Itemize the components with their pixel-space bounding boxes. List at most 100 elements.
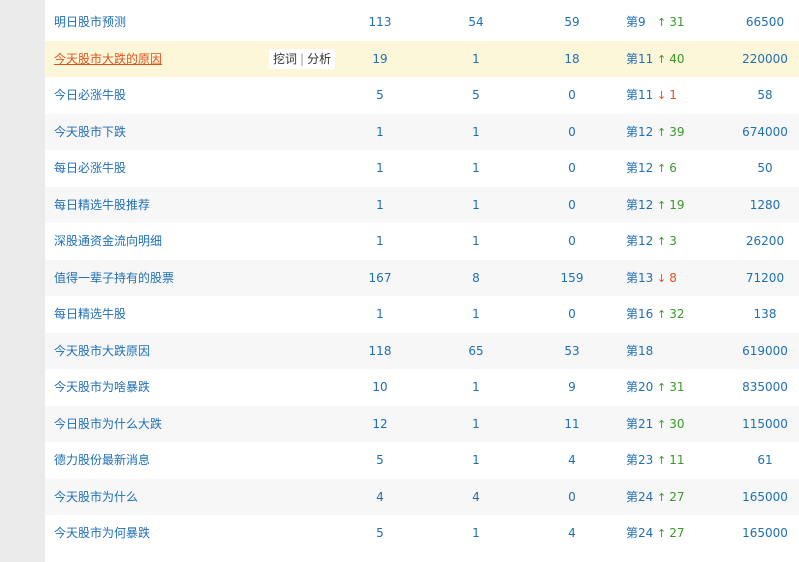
count-cell-2: 1 — [472, 234, 480, 248]
arrow-up-icon: ↑ — [657, 417, 667, 431]
count-cell-1: 5 — [376, 526, 384, 540]
index-cell: 58 — [757, 88, 773, 102]
rank-change: ↑ 3 — [657, 223, 677, 260]
keyword-link[interactable]: 今天股市下跌 — [54, 114, 126, 151]
count-cell-1: 1 — [376, 307, 384, 321]
keyword-link[interactable]: 德力股份最新消息 — [54, 442, 150, 479]
table-row[interactable]: 深股通资金流向明细 1 1 0 第12 ↑ 3 26200 — [45, 223, 799, 260]
count-cell-2: 1 — [472, 124, 480, 139]
rank-cell: 第24 — [626, 526, 654, 540]
keyword-link[interactable]: 明日股市预测 — [54, 4, 126, 41]
rank-cell: 第12 — [626, 197, 654, 212]
arrow-up-icon: ↑ — [657, 454, 667, 467]
count-cell-1: 5 — [376, 88, 384, 102]
count-cell-1: 10 — [372, 380, 388, 394]
count-cell-2: 1 — [472, 161, 480, 175]
rank-change: ↑ 6 — [657, 150, 677, 187]
rank-change: ↑ 31 — [657, 4, 685, 41]
count-cell-1: 118 — [368, 343, 392, 358]
count-cell-3: 159 — [560, 270, 584, 285]
rank-cell: 第24 — [626, 489, 654, 504]
count-cell-1: 1 — [376, 234, 384, 248]
count-cell-2: 1 — [472, 416, 480, 431]
arrow-down-icon: ↓ — [657, 89, 667, 102]
rank-change: ↑ 31 — [657, 369, 685, 406]
table-row[interactable]: 今天股市大跌原因 118 65 53 第18 619000 — [45, 332, 799, 370]
keyword-link[interactable]: 今天股市大跌的原因 — [54, 41, 162, 78]
keyword-link[interactable]: 今日股市为什么大跌 — [54, 406, 162, 443]
rank-change-value: 31 — [669, 380, 685, 394]
rank-change: ↑ 40 — [657, 41, 685, 78]
count-cell-3: 53 — [564, 343, 580, 358]
keyword-link[interactable]: 今天股市为什么 — [54, 479, 138, 516]
rank-change-value: 32 — [669, 307, 685, 321]
count-cell-3: 0 — [568, 197, 576, 212]
index-cell: 220000 — [742, 51, 788, 66]
table-row[interactable]: 每日精选牛股推荐 1 1 0 第12 ↑ 19 1280 — [45, 186, 799, 224]
rank-cell: 第12 — [626, 124, 654, 139]
table-row[interactable]: 今日必涨牛股 5 5 0 第11 ↓ 1 58 — [45, 77, 799, 114]
count-cell-1: 19 — [372, 51, 388, 66]
table-row[interactable]: 今天股市下跌 1 1 0 第12 ↑ 39 674000 — [45, 113, 799, 151]
keyword-link[interactable]: 值得一辈子持有的股票 — [54, 260, 174, 297]
table-row[interactable]: 每日精选牛股 1 1 0 第16 ↑ 32 138 — [45, 296, 799, 333]
table-row[interactable]: 今天股市大跌的原因 挖词 | 分析 19 1 18 第11 ↑ 40 220000 — [45, 40, 799, 78]
rank-cell: 第21 — [626, 416, 654, 431]
rank-change-value: 11 — [669, 453, 685, 467]
rank-change — [657, 333, 660, 370]
tools-separator: | — [300, 51, 305, 66]
rank-change: ↑ 30 — [657, 406, 685, 443]
count-cell-2: 65 — [468, 343, 484, 358]
count-cell-3: 4 — [568, 453, 576, 467]
count-cell-2: 8 — [472, 270, 480, 285]
count-cell-2: 4 — [472, 489, 480, 504]
index-cell: 1280 — [749, 197, 781, 212]
table-row[interactable]: 今日股市为什么大跌 12 1 11 第21 ↑ 30 115000 — [45, 405, 799, 443]
rank-change: ↓ 8 — [657, 260, 677, 297]
index-cell: 165000 — [742, 526, 788, 540]
dig-words-link[interactable]: 挖词 — [273, 52, 297, 66]
count-cell-3: 11 — [564, 416, 580, 431]
rank-change-value: 30 — [669, 416, 685, 431]
index-cell: 115000 — [742, 416, 788, 431]
keyword-link[interactable]: 今天股市为啥暴跌 — [54, 369, 150, 406]
table-row[interactable]: 每日必涨牛股 1 1 0 第12 ↑ 6 50 — [45, 150, 799, 187]
count-cell-2: 1 — [472, 307, 480, 321]
keyword-link[interactable]: 今天股市大跌原因 — [54, 333, 150, 370]
count-cell-3: 0 — [568, 161, 576, 175]
table-row[interactable]: 今天股市为啥暴跌 10 1 9 第20 ↑ 31 835000 — [45, 369, 799, 406]
arrow-up-icon: ↑ — [657, 52, 667, 66]
keyword-link[interactable]: 今日必涨牛股 — [54, 77, 126, 114]
table-row[interactable]: 今天股市为什么 4 4 0 第24 ↑ 27 165000 — [45, 478, 799, 516]
count-cell-3: 0 — [568, 124, 576, 139]
rank-change: ↑ 11 — [657, 442, 685, 479]
row-tools: 挖词 | 分析 — [269, 48, 336, 69]
table-row[interactable]: 明日股市预测 113 54 59 第9 ↑ 31 66500 — [45, 4, 799, 41]
arrow-up-icon: ↑ — [657, 235, 667, 248]
rank-change-value: 1 — [669, 88, 677, 102]
keyword-link[interactable]: 今天股市为何暴跌 — [54, 515, 150, 552]
table-row[interactable]: 值得一辈子持有的股票 167 8 159 第13 ↓ 8 71200 — [45, 259, 799, 297]
count-cell-2: 1 — [472, 526, 480, 540]
analyze-link[interactable]: 分析 — [307, 52, 331, 66]
keyword-link[interactable]: 每日精选牛股推荐 — [54, 187, 150, 224]
count-cell-2: 1 — [472, 380, 480, 394]
arrow-up-icon: ↑ — [657, 490, 667, 504]
rank-change-value: 19 — [669, 197, 685, 212]
table-row[interactable]: 今天股市为何暴跌 5 1 4 第24 ↑ 27 165000 — [45, 515, 799, 552]
keyword-link[interactable]: 每日必涨牛股 — [54, 150, 126, 187]
count-cell-2: 5 — [472, 88, 480, 102]
keyword-link[interactable]: 深股通资金流向明细 — [54, 223, 162, 260]
keyword-table: 明日股市预测 113 54 59 第9 ↑ 31 66500 今天股市大跌的原因 挖词 | 分析 19 1… — [45, 4, 799, 552]
table-row[interactable]: 德力股份最新消息 5 1 4 第23 ↑ 11 61 — [45, 442, 799, 479]
count-cell-3: 0 — [568, 234, 576, 248]
count-cell-1: 1 — [376, 197, 384, 212]
arrow-up-icon: ↑ — [657, 162, 667, 175]
keyword-link[interactable]: 每日精选牛股 — [54, 296, 126, 333]
index-cell: 138 — [753, 307, 777, 321]
index-cell: 71200 — [745, 270, 785, 285]
rank-change: ↑ 39 — [657, 114, 685, 151]
count-cell-1: 5 — [376, 453, 384, 467]
rank-change-value: 6 — [669, 161, 677, 175]
count-cell-3: 0 — [568, 489, 576, 504]
